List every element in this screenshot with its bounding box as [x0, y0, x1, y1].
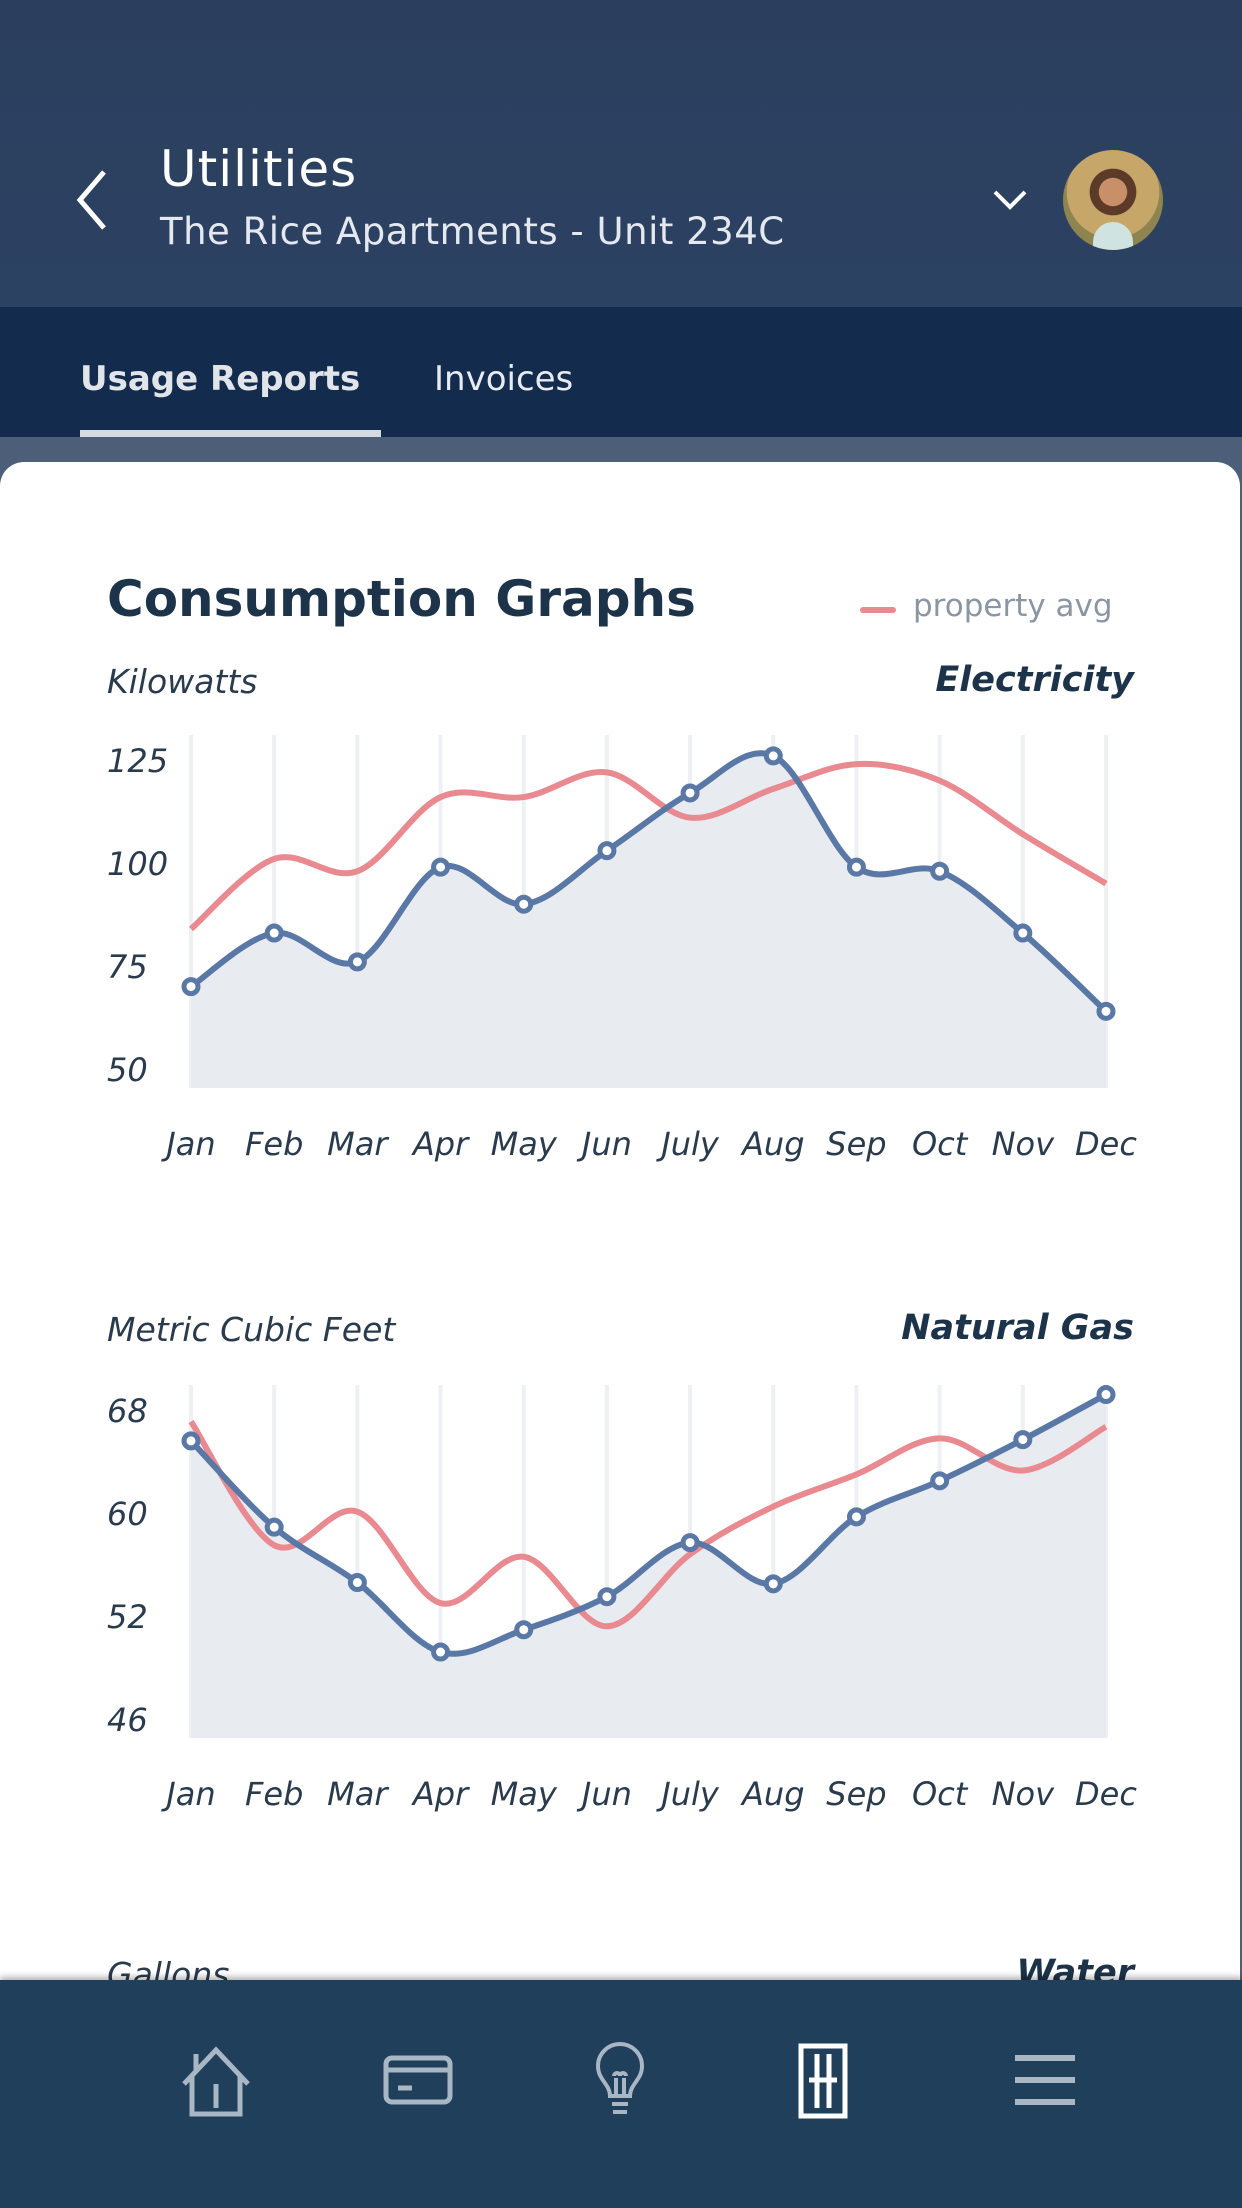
data-point [680, 783, 700, 803]
data-point [680, 1533, 700, 1553]
property-subtitle: The Rice Apartments - Unit 234C [160, 210, 785, 253]
x-tick-label: Mar [327, 1125, 389, 1163]
gas-title: Natural Gas [901, 1308, 1134, 1348]
y-tick-label: 52 [107, 1598, 148, 1636]
x-tick-label: Feb [245, 1125, 303, 1163]
tab-usage-reports[interactable]: Usage Reports [80, 359, 360, 399]
x-tick-label: May [491, 1775, 558, 1813]
avatar[interactable] [1063, 150, 1163, 250]
x-tick-label: Jun [576, 1125, 632, 1163]
x-tick-label: Oct [912, 1125, 969, 1163]
x-tick-label: Feb [245, 1775, 303, 1813]
data-point [347, 1573, 367, 1593]
data-point [347, 952, 367, 972]
electricity-title: Electricity [935, 660, 1134, 700]
x-tick-label: Nov [992, 1775, 1056, 1813]
x-tick-label: Jun [576, 1775, 632, 1813]
x-tick-label: Aug [740, 1125, 804, 1163]
x-tick-label: Apr [411, 1775, 470, 1813]
lightbulb-icon[interactable] [580, 2040, 660, 2120]
x-tick-label: Apr [411, 1125, 470, 1163]
data-point [514, 894, 534, 914]
x-tick-label: Oct [912, 1775, 969, 1813]
x-tick-label: Dec [1075, 1125, 1137, 1163]
data-point [431, 857, 451, 877]
page-title: Utilities [160, 140, 358, 198]
x-tick-label: Jan [160, 1775, 215, 1813]
back-chevron-icon[interactable] [72, 168, 112, 232]
y-tick-label: 75 [107, 948, 148, 986]
x-tick-label: Aug [740, 1775, 804, 1813]
data-point [181, 977, 201, 997]
legend-label: property avg [913, 588, 1113, 624]
y-tick-label: 50 [107, 1051, 148, 1089]
home-icon[interactable] [176, 2040, 256, 2120]
data-point [514, 1620, 534, 1640]
data-point [181, 1431, 201, 1451]
legend-swatch [860, 607, 896, 613]
y-tick-label: 100 [107, 845, 168, 883]
x-tick-label: May [491, 1125, 558, 1163]
data-point [846, 857, 866, 877]
electricity-unit-label: Kilowatts [107, 662, 258, 701]
tab-bar: Usage Reports Invoices [0, 307, 1242, 437]
data-point [846, 1507, 866, 1527]
electricity-chart: 50 75 100 125 Jan Feb Mar Apr May Jun July Aug Sep Oc… [107, 735, 1137, 1163]
data-point [1013, 1430, 1033, 1450]
unit-usage-area [191, 753, 1106, 1088]
natural-gas-chart: 46 52 60 68 Jan Feb Mar Apr May Jun July Aug Sep Oct N… [107, 1385, 1137, 1813]
gas-unit-label: Metric Cubic Feet [107, 1310, 396, 1349]
x-tick-label: Sep [826, 1775, 886, 1813]
tab-invoices[interactable]: Invoices [434, 359, 573, 399]
app-header: Utilities The Rice Apartments - Unit 234… [0, 0, 1242, 307]
bottom-nav [0, 1980, 1242, 2208]
data-point [431, 1642, 451, 1662]
data-point [264, 923, 284, 943]
data-point [597, 1587, 617, 1607]
y-tick-label: 60 [107, 1495, 148, 1533]
building-icon[interactable] [783, 2040, 863, 2120]
x-tick-label: Dec [1075, 1775, 1137, 1813]
data-point [1096, 1385, 1116, 1405]
menu-icon[interactable] [1005, 2040, 1085, 2120]
x-tick-label: July [655, 1125, 720, 1163]
data-point [930, 1471, 950, 1491]
y-tick-label: 125 [107, 742, 168, 780]
x-tick-label: July [655, 1775, 720, 1813]
y-tick-label: 46 [107, 1701, 148, 1739]
data-point [1013, 923, 1033, 943]
x-tick-label: Nov [992, 1125, 1056, 1163]
x-tick-label: Sep [826, 1125, 886, 1163]
data-point [1096, 1001, 1116, 1021]
data-point [763, 746, 783, 766]
data-point [763, 1574, 783, 1594]
data-point [597, 841, 617, 861]
active-tab-indicator [80, 430, 381, 437]
chevron-down-icon[interactable] [990, 185, 1030, 215]
y-tick-label: 68 [107, 1392, 148, 1430]
x-tick-label: Mar [327, 1775, 389, 1813]
data-point [930, 861, 950, 881]
x-tick-label: Jan [160, 1125, 215, 1163]
data-point [264, 1517, 284, 1537]
section-title: Consumption Graphs [107, 570, 696, 628]
credit-card-icon[interactable] [378, 2040, 458, 2120]
